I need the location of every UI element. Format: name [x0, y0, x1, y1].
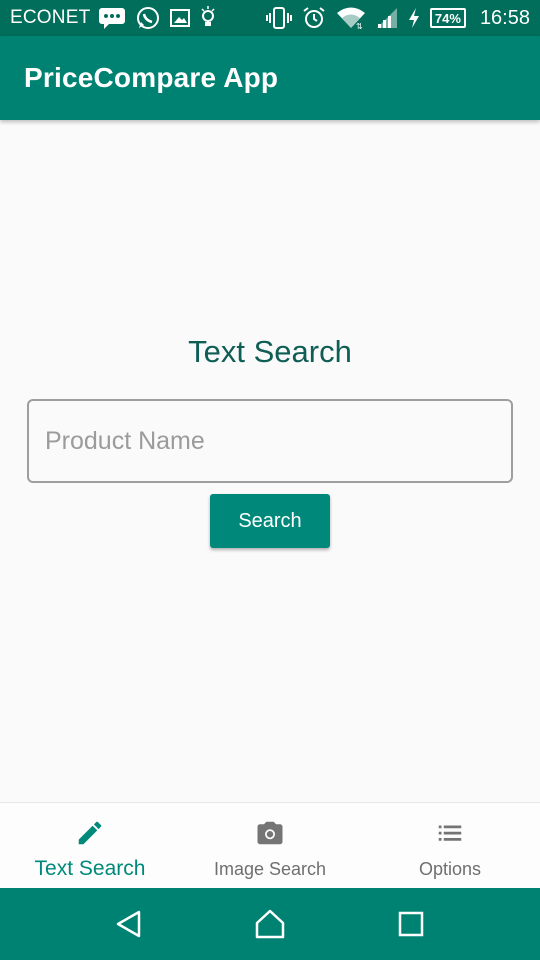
main-content: Text Search Search — [0, 120, 540, 802]
charging-icon — [408, 7, 420, 29]
system-navigation-bar — [0, 888, 540, 960]
system-status-icons: ⇅ 74% 16:58 — [265, 6, 530, 30]
nav-item-text-search[interactable]: Text Search — [0, 803, 180, 888]
back-icon[interactable] — [99, 894, 159, 954]
message-icon — [98, 7, 126, 29]
app-bar: PriceCompare App — [0, 36, 540, 120]
bottom-navigation: Text Search Image Search Options — [0, 802, 540, 888]
nav-label-text-search: Text Search — [34, 857, 146, 880]
screen: ECONET ⇅ 74% 16:58 PriceCompare App Text… — [0, 0, 540, 960]
notification-icons — [98, 6, 216, 30]
nav-item-options[interactable]: Options — [360, 803, 540, 888]
whatsapp-icon — [136, 6, 160, 30]
vibrate-icon — [265, 7, 292, 29]
battery-icon: 74% — [429, 8, 466, 28]
signal-icon — [376, 7, 398, 29]
camera-icon — [254, 817, 286, 849]
nav-label-image-search: Image Search — [213, 859, 327, 879]
battery-percent: 74% — [434, 10, 461, 26]
home-icon[interactable] — [240, 894, 300, 954]
clock: 16:58 — [479, 6, 530, 29]
image-icon — [170, 9, 191, 27]
status-bar: ECONET ⇅ 74% 16:58 — [0, 0, 540, 36]
wifi-icon: ⇅ — [336, 6, 366, 30]
recents-icon[interactable] — [381, 894, 441, 954]
list-icon — [435, 817, 465, 849]
pencil-icon — [75, 817, 105, 849]
alarm-icon — [302, 6, 326, 30]
svg-text:⇅: ⇅ — [356, 22, 363, 30]
product-name-input[interactable] — [27, 399, 513, 483]
nav-item-image-search[interactable]: Image Search — [180, 803, 360, 888]
lightbulb-icon — [200, 6, 216, 30]
page-title: Text Search — [188, 334, 352, 369]
carrier-name: ECONET — [10, 7, 91, 28]
search-button[interactable]: Search — [210, 494, 330, 548]
nav-label-options: Options — [418, 859, 482, 879]
app-title: PriceCompare App — [24, 62, 279, 93]
